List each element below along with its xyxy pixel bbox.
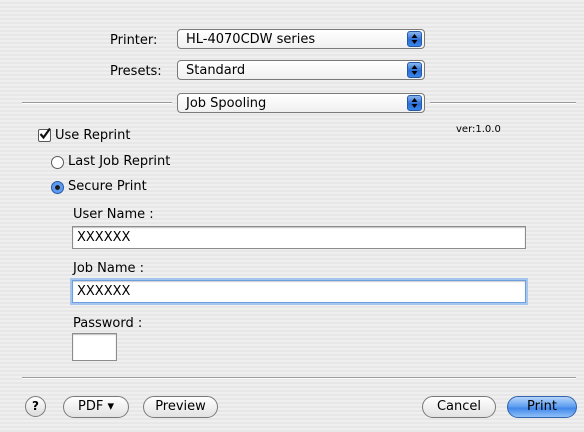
secure-print-radio[interactable] [51, 181, 64, 194]
use-reprint-label: Use Reprint [55, 128, 131, 143]
password-label: Password : [73, 316, 143, 331]
use-reprint-checkbox[interactable] [38, 127, 51, 142]
last-job-reprint-label: Last Job Reprint [68, 154, 171, 169]
question-mark-icon: ? [32, 399, 39, 413]
user-name-label: User Name : [73, 207, 154, 222]
job-name-label: Job Name : [73, 261, 145, 276]
secure-print-label: Secure Print [68, 179, 147, 194]
printer-popup[interactable]: HL-4070CDW series [177, 29, 425, 49]
presets-value: Standard [186, 63, 246, 78]
printer-value: HL-4070CDW series [186, 32, 316, 47]
printer-label: Printer: [110, 33, 158, 48]
last-job-reprint-radio[interactable] [51, 156, 64, 169]
print-button[interactable]: Print [507, 396, 577, 418]
popup-stepper-icon [407, 31, 422, 47]
panel-popup[interactable]: Job Spooling [177, 93, 425, 113]
popup-stepper-icon [407, 95, 422, 111]
panel-value: Job Spooling [186, 96, 267, 111]
preview-button[interactable]: Preview [143, 396, 218, 418]
checkmark-icon [39, 127, 51, 140]
separator [22, 102, 172, 104]
separator [22, 377, 576, 379]
user-name-field[interactable]: XXXXXX [72, 226, 526, 249]
version-text: ver:1.0.0 [456, 124, 501, 135]
job-name-field[interactable]: XXXXXX [72, 280, 526, 303]
password-field[interactable] [72, 333, 117, 361]
help-button[interactable]: ? [25, 396, 46, 417]
presets-label: Presets: [110, 64, 162, 79]
separator [430, 102, 576, 104]
pdf-menu-button[interactable]: PDF ▾ [63, 396, 129, 418]
presets-popup[interactable]: Standard [177, 60, 425, 80]
popup-stepper-icon [407, 62, 422, 78]
cancel-button[interactable]: Cancel [422, 396, 496, 418]
